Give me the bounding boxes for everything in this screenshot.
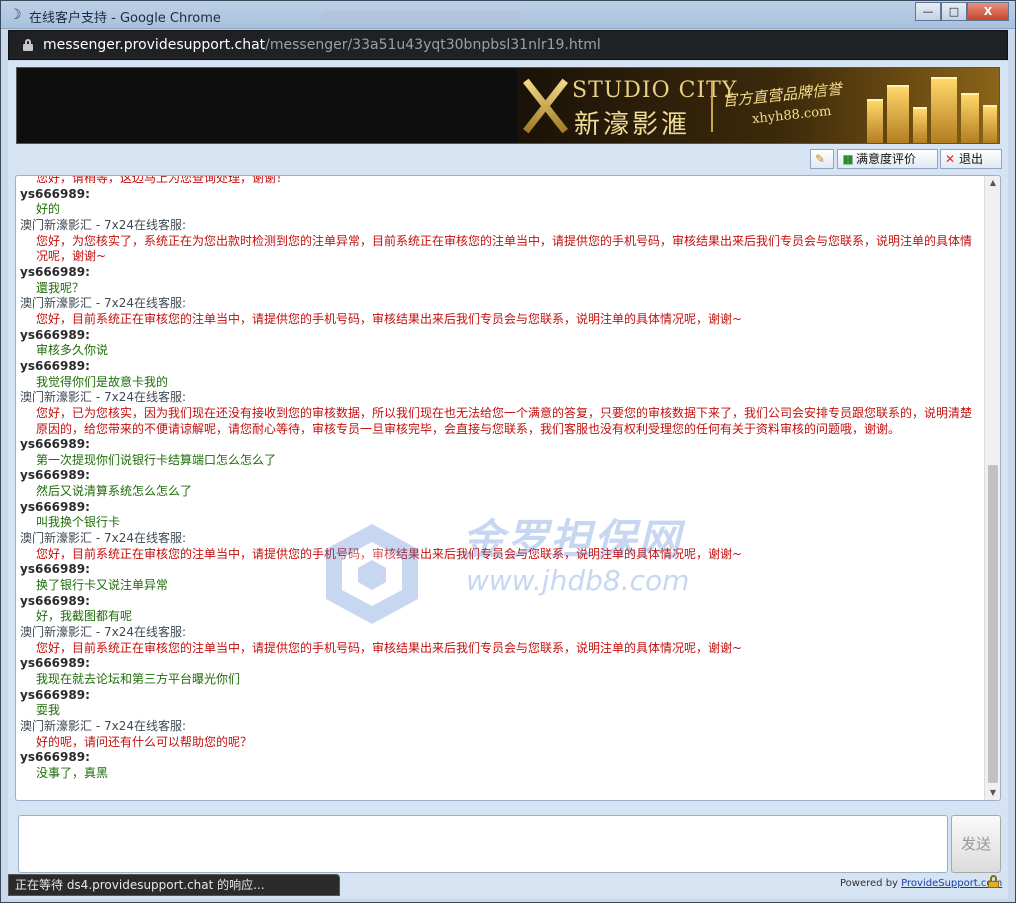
agent-name: 澳门新濠影汇 - 7x24在线客服:: [20, 296, 187, 311]
address-bar[interactable]: messenger.providesupport.chat/messenger/…: [8, 30, 1008, 60]
tool-icon: ✎: [814, 152, 826, 166]
agent-name: 澳门新濠影汇 - 7x24在线客服:: [20, 625, 187, 640]
close-x-icon: ✕: [944, 152, 956, 166]
agent-message: 您好，目前系统正在审核您的注单当中，请提供您的手机号码，审核结果出来后我们专员会…: [36, 311, 743, 326]
user-message: 没事了，真黑: [36, 765, 109, 780]
agent-message: 您好，请稍等，这边马上为您查询处理，谢谢！: [36, 175, 289, 185]
chart-icon: ▮▮: [842, 152, 853, 166]
user-name: ys666989:: [20, 358, 90, 373]
user-message: 换了银行卡又说注单异常: [36, 578, 169, 593]
user-name: ys666989:: [20, 499, 90, 514]
maximize-button[interactable]: □: [941, 2, 967, 21]
agent-message: 您好，为您核实了，系统正在为您出款时检测到您的注单异常，目前系统正在审核您的注单…: [36, 233, 973, 264]
user-message: 我觉得你们是故意卡我的: [36, 374, 169, 389]
exit-button[interactable]: ✕ 退出: [940, 149, 1002, 169]
agent-name: 澳门新濠影汇 - 7x24在线客服:: [20, 531, 187, 546]
powered-prefix: Powered by: [840, 878, 898, 889]
user-message: 耍我: [36, 703, 61, 718]
user-name: ys666989:: [20, 687, 90, 702]
powered-by: Powered by ProvideSupport.com: [840, 878, 1002, 889]
agent-name: 澳门新濠影汇 - 7x24在线客服:: [20, 217, 187, 232]
agent-name: 澳门新濠影汇 - 7x24在线客服:: [20, 390, 187, 405]
message-list: 您好，请稍等，这边马上为您查询处理，谢谢！ ys666989: 好的 澳门新濠影汇 -…: [16, 175, 982, 782]
send-button[interactable]: 发送: [951, 815, 1001, 873]
user-message: 我现在就去论坛和第三方平台曝光你们: [36, 672, 241, 686]
status-bar: 正在等待 ds4.providesupport.chat 的响应...: [8, 874, 340, 896]
user-message: 好的: [36, 202, 61, 217]
chat-transcript[interactable]: 您好，请稍等，这边马上为您查询处理，谢谢！ ys666989: 好的 澳门新濠影汇 -…: [15, 175, 1001, 801]
scroll-up-arrow-icon[interactable]: ▲: [985, 176, 1000, 190]
agent-message: 您好，目前系统正在审核您的注单当中，请提供您的手机号码，审核结果出来后我们专员会…: [36, 640, 743, 655]
user-message: 审核多久你说: [36, 343, 109, 358]
url-path: /messenger/33a51u43yqt30bnpbsl31nlr19.ht…: [265, 37, 601, 53]
user-name: ys666989:: [20, 437, 90, 452]
user-name: ys666989:: [20, 264, 90, 279]
blurred-title-region: [321, 11, 521, 21]
chat-scrollbar[interactable]: ▲ ▼: [984, 176, 1000, 800]
chrome-moon-icon: ☽: [9, 7, 22, 23]
user-name: ys666989:: [20, 656, 90, 671]
rate-service-button[interactable]: ▮▮ 满意度评价: [837, 149, 938, 169]
scroll-thumb[interactable]: [988, 465, 998, 783]
browser-window: ☽ 在线客户支持 - Google Chrome — □ X messenger…: [0, 0, 1016, 903]
user-name: ys666989:: [20, 562, 90, 577]
agent-name: 澳门新濠影汇 - 7x24在线客服:: [20, 718, 187, 733]
banner-brand-cn: 新濠影滙: [574, 110, 691, 140]
user-message: 好，我截图都有呢: [36, 609, 133, 624]
exit-label: 退出: [959, 152, 984, 166]
chat-toolbar: ✎ ▮▮ 满意度评价 ✕ 退出: [8, 149, 1008, 171]
messenger-page: STUDIO CITY 新濠影滙 官方直营品牌信誉 xhyh88.com ✎ ▮…: [8, 61, 1008, 899]
scroll-down-arrow-icon[interactable]: ▼: [985, 786, 1000, 800]
user-message: 還我呢？: [36, 280, 85, 295]
user-message: 叫我换个银行卡: [36, 515, 121, 530]
user-name: ys666989:: [20, 468, 90, 483]
studio-city-x-logo-icon: [522, 78, 568, 134]
message-input[interactable]: [18, 815, 948, 873]
user-name: ys666989:: [20, 750, 90, 765]
window-title: 在线客户支持 - Google Chrome: [29, 11, 221, 26]
url-text[interactable]: messenger.providesupport.chat/messenger/…: [43, 37, 601, 53]
minimize-button[interactable]: —: [915, 2, 941, 21]
user-name: ys666989:: [20, 186, 90, 201]
user-name: ys666989:: [20, 593, 90, 608]
user-message: 第一次提现你们说银行卡结算端口怎么怎么了: [36, 452, 277, 467]
secure-lock-icon: [988, 875, 999, 888]
brand-banner[interactable]: STUDIO CITY 新濠影滙 官方直营品牌信誉 xhyh88.com: [16, 67, 1000, 144]
title-bar: ☽ 在线客户支持 - Google Chrome — □ X: [1, 1, 1015, 29]
close-button[interactable]: X: [967, 2, 1009, 21]
skyline-image: [859, 68, 999, 143]
user-name: ys666989:: [20, 327, 90, 342]
banner-divider: [711, 82, 713, 132]
agent-message: 好的呢，请问还有什么可以帮助您的呢？: [36, 734, 253, 749]
rate-service-label: 满意度评价: [856, 152, 917, 166]
tools-button[interactable]: ✎: [810, 149, 834, 169]
window-controls: — □ X: [915, 2, 1009, 22]
agent-message: 您好，已为您核实，因为我们现在还没有接收到您的审核数据，所以我们现在也无法给您一…: [36, 405, 973, 436]
agent-message: 您好，目前系统正在审核您的注单当中，请提供您的手机号码，审核结果出来后我们专员会…: [36, 546, 743, 561]
lock-icon[interactable]: [23, 39, 33, 51]
user-message: 然后又说清算系统怎么怎么了: [36, 484, 193, 499]
url-host: messenger.providesupport.chat: [43, 37, 266, 53]
